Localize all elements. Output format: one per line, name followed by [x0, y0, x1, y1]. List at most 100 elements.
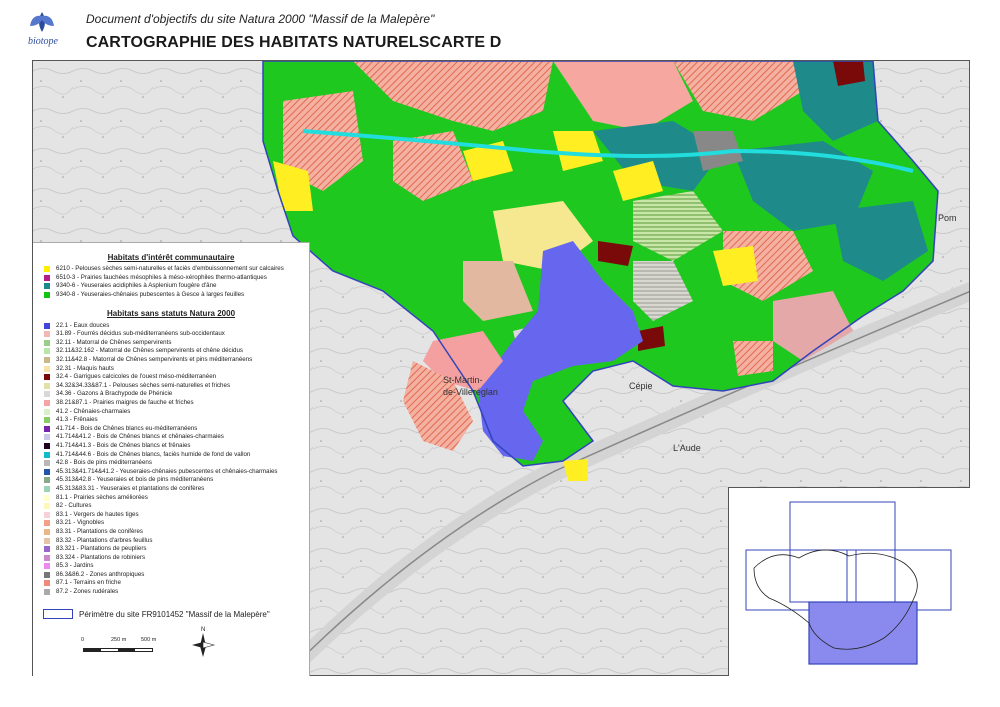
north-label: N	[201, 627, 205, 633]
legend-s2-item: 83.31 - Plantations de conifères	[44, 528, 309, 537]
legend-label: 41.714&44.6 - Bois de Chênes blancs, fac…	[56, 450, 251, 458]
legend-s2-item: 38.21&87.1 - Prairies maigres de fauche …	[44, 399, 309, 408]
legend-label: 45.313&41.714&41.2 - Yeuseraies-chênaies…	[56, 467, 278, 475]
legend-s2-item: 41.714&44.6 - Bois de Chênes blancs, fac…	[44, 450, 309, 459]
legend-s2-item: 83.1 - Vergers de hautes tiges	[44, 510, 309, 519]
legend-swatch	[44, 546, 50, 553]
legend-swatch	[44, 425, 50, 432]
legend-swatch	[44, 322, 50, 329]
legend-s2-item: 32.11 - Matorral de Chênes sempervirents	[44, 339, 309, 348]
legend-label: 87.2 - Zones rudérales	[56, 588, 119, 596]
place-label-st-martin: St-Martin-	[443, 375, 483, 385]
legend-label: 42.8 - Bois de pins méditerranéens	[56, 459, 152, 467]
legend-s2-item: 41.714&41.2 - Bois de Chênes blancs et c…	[44, 433, 309, 442]
legend-label: 34.32&34.33&87.1 - Pelouses sèches semi-…	[56, 381, 231, 389]
place-label-pom: Pom	[938, 213, 957, 223]
inset-frame-c	[846, 549, 952, 611]
legend-swatch	[44, 357, 50, 364]
legend-s2-item: 82 - Cultures	[44, 502, 309, 511]
legend-swatch	[44, 537, 50, 544]
legend-label: 83.21 - Vignobles	[56, 519, 105, 527]
legend-s2-item: 87.1 - Terrains en friche	[44, 579, 309, 588]
legend-swatch	[44, 468, 50, 475]
legend-swatch	[44, 391, 50, 398]
legend-s2-item: 81.1 - Prairies sèches améliorées	[44, 493, 309, 502]
legend-swatch	[44, 494, 50, 501]
legend-swatch	[44, 382, 50, 389]
legend-label: 34.36 - Gazons à Brachypode de Phénicie	[56, 390, 173, 398]
legend-swatch	[44, 451, 50, 458]
legend-s2-item: 32.4 - Garrigues calcicoles de l'ouest m…	[44, 373, 309, 382]
legend-s2-item: 42.8 - Bois de pins méditerranéens	[44, 459, 309, 468]
map-legend: Habitats d'intérêt communautaire 6210 - …	[33, 242, 310, 676]
legend-label: 32.4 - Garrigues calcicoles de l'ouest m…	[56, 373, 217, 381]
legend-swatch	[44, 580, 50, 587]
legend-label: 83.1 - Vergers de hautes tiges	[56, 510, 139, 518]
legend-s2-item: 45.313&83.31 - Yeuseraies et plantations…	[44, 485, 309, 494]
legend-swatch	[44, 571, 50, 578]
document-subtitle: Document d'objectifs du site Natura 2000…	[86, 12, 435, 26]
legend-swatch	[44, 485, 50, 492]
scale-label-250: 250 m	[111, 637, 127, 643]
perimeter-swatch	[43, 609, 73, 619]
legend-s2-item: 83.321 - Plantations de peupliers	[44, 545, 309, 554]
legend-swatch	[44, 374, 50, 381]
legend-label: 85.3 - Jardins	[56, 562, 94, 570]
inset-locator-map	[728, 487, 970, 676]
legend-s1-item: 9340-6 - Yeuseraies acidiphiles à Asplen…	[44, 282, 309, 291]
inset-frame-a	[789, 501, 896, 603]
perimeter-label: Périmètre du site FR9101452 "Massif de l…	[79, 609, 270, 619]
legend-label: 83.324 - Plantations de robiniers	[56, 553, 146, 561]
place-label-villereglan: de-Villeréglan	[443, 387, 498, 397]
legend-s2-item: 45.313&42.8 - Yeuseraies et bois de pins…	[44, 476, 309, 485]
legend-section2-list: 22.1 - Eaux douces 31.89 - Fourrés décidu…	[33, 321, 309, 596]
legend-s1-item: 6510-3 - Prairies fauchées mésophiles à …	[44, 274, 309, 283]
legend-s2-item: 41.2 - Chênaies-charmaies	[44, 407, 309, 416]
page-title: CARTOGRAPHIE DES HABITATS NATURELSCARTE …	[86, 34, 502, 51]
legend-s2-item: 87.2 - Zones rudérales	[44, 588, 309, 597]
legend-label: 22.1 - Eaux douces	[56, 321, 110, 329]
legend-s1-item: 6210 - Pelouses sèches semi-naturelles e…	[44, 265, 309, 274]
legend-swatch	[44, 442, 50, 449]
legend-s2-item: 85.3 - Jardins	[44, 562, 309, 571]
logo-text: biotope	[28, 36, 58, 47]
north-arrow-icon: N	[188, 625, 218, 659]
legend-swatch	[44, 339, 50, 346]
legend-s2-item: 31.89 - Fourrés décidus sub-méditerranée…	[44, 330, 309, 339]
legend-swatch	[44, 528, 50, 535]
legend-label: 82 - Cultures	[56, 502, 92, 510]
legend-swatch	[44, 292, 50, 299]
legend-swatch	[44, 400, 50, 407]
legend-label: 6210 - Pelouses sèches semi-naturelles e…	[56, 265, 284, 273]
legend-swatch	[44, 348, 50, 355]
legend-swatch	[44, 554, 50, 561]
legend-swatch	[44, 365, 50, 372]
legend-label: 45.313&42.8 - Yeuseraies et bois de pins…	[56, 476, 214, 484]
legend-label: 6510-3 - Prairies fauchées mésophiles à …	[56, 273, 267, 281]
legend-label: 38.21&87.1 - Prairies maigres de fauche …	[56, 399, 194, 407]
legend-swatch	[44, 511, 50, 518]
legend-swatch	[44, 408, 50, 415]
legend-label: 83.321 - Plantations de peupliers	[56, 545, 147, 553]
legend-s2-item: 32.11&42.8 - Matorral de Chênes sempervi…	[44, 356, 309, 365]
legend-label: 32.11&42.8 - Matorral de Chênes sempervi…	[56, 356, 253, 364]
legend-swatch	[44, 417, 50, 424]
header: biotope Document d'objectifs du site Nat…	[0, 0, 1000, 58]
legend-perimeter: Périmètre du site FR9101452 "Massif de l…	[43, 609, 270, 619]
legend-label: 87.1 - Terrains en friche	[56, 579, 121, 587]
legend-swatch	[44, 563, 50, 570]
legend-label: 32.11&32.162 - Matorral de Chênes semper…	[56, 347, 243, 355]
legend-swatch	[44, 283, 50, 290]
legend-label: 41.714&41.2 - Bois de Chênes blancs et c…	[56, 433, 224, 441]
legend-label: 83.31 - Plantations de conifères	[56, 527, 144, 535]
legend-label: 83.32 - Plantations d'arbres feuillus	[56, 536, 153, 544]
legend-s2-item: 86.3&86.2 - Zones anthropiques	[44, 571, 309, 580]
scale-label-0: 0	[81, 637, 85, 643]
inset-frame-b	[745, 549, 857, 611]
scale-label-500: 500 m	[141, 637, 157, 643]
legend-swatch	[44, 460, 50, 467]
legend-label: 9340-6 - Yeuseraies acidiphiles à Asplen…	[56, 282, 217, 290]
legend-s2-item: 34.32&34.33&87.1 - Pelouses sèches semi-…	[44, 382, 309, 391]
inset-frame-d-active	[808, 601, 918, 665]
legend-label: 31.89 - Fourrés décidus sub-méditerranée…	[56, 330, 225, 338]
